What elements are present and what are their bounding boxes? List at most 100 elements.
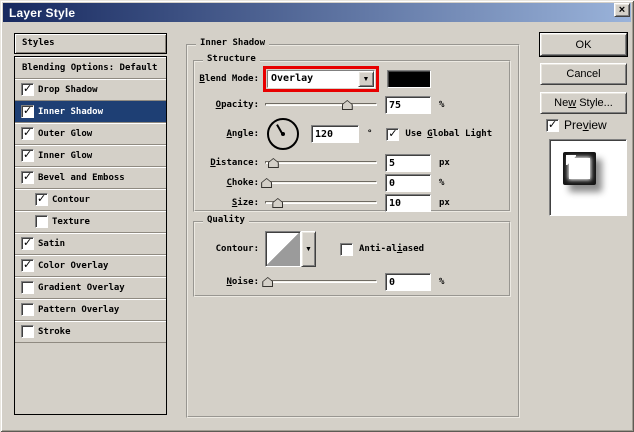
checkbox[interactable]: ✓	[21, 259, 34, 272]
styles-item-satin[interactable]: ✓Satin	[15, 233, 166, 255]
size-unit: px	[439, 198, 450, 208]
shadow-color-swatch[interactable]	[387, 70, 431, 88]
check-icon: ✓	[23, 82, 32, 95]
choke-row: Choke: %	[195, 174, 509, 192]
styles-item-outer-glow[interactable]: ✓ Outer Glow	[15, 123, 166, 145]
styles-item-label: Inner Shadow	[38, 107, 103, 117]
styles-item-bevel-and-emboss[interactable]: ✓ Bevel and Emboss	[15, 167, 166, 189]
contour-dropdown-button[interactable]: ▼	[301, 231, 316, 267]
blend-mode-row: Blend Mode: Overlay ▼	[195, 66, 509, 92]
styles-item-contour[interactable]: ✓ Contour	[15, 189, 166, 211]
checkbox[interactable]	[21, 303, 34, 316]
blend-mode-value: Overlay	[268, 71, 358, 87]
checkbox[interactable]	[35, 215, 48, 228]
checkbox[interactable]: ✓	[35, 193, 48, 206]
styles-item-stroke[interactable]: Stroke	[15, 321, 166, 343]
styles-item-gradient-overlay[interactable]: Gradient Overlay	[15, 277, 166, 299]
layer-style-dialog: Layer Style × Styles Blending Options: D…	[0, 0, 634, 432]
noise-slider-track[interactable]	[265, 280, 377, 283]
checkbox[interactable]: ✓	[21, 171, 34, 184]
structure-group-title: Structure	[203, 54, 260, 64]
blend-mode-dropdown[interactable]: Overlay ▼	[267, 70, 375, 88]
check-icon: ✓	[23, 170, 32, 183]
ok-button[interactable]: OK	[540, 33, 627, 56]
checkbox[interactable]: ✓	[21, 83, 34, 96]
contour-label: Contour:	[197, 244, 259, 254]
angle-unit: °	[367, 129, 372, 139]
styles-item-pattern-overlay[interactable]: Pattern Overlay	[15, 299, 166, 321]
size-slider-thumb[interactable]	[272, 198, 283, 208]
checkbox[interactable]: ✓	[21, 149, 34, 162]
size-slider[interactable]	[265, 197, 377, 209]
styles-item-blending-options-default[interactable]: Blending Options: Default	[15, 57, 166, 79]
noise-slider[interactable]	[265, 276, 377, 288]
preview-checkbox[interactable]: ✓	[546, 119, 559, 132]
opacity-slider-thumb[interactable]	[342, 100, 353, 110]
styles-item-label: Inner Glow	[38, 151, 92, 161]
close-button[interactable]: ×	[614, 3, 630, 17]
preview-effect-square	[563, 152, 596, 185]
styles-item-color-overlay[interactable]: ✓ Color Overlay	[15, 255, 166, 277]
check-icon: ✓	[23, 126, 32, 139]
distance-label: Distance:	[197, 158, 259, 168]
styles-item-inner-glow[interactable]: ✓ Inner Glow	[15, 145, 166, 167]
distance-slider[interactable]	[265, 157, 377, 169]
opacity-row: Opacity: %	[195, 94, 509, 116]
styles-item-label: Contour	[52, 195, 90, 205]
size-input[interactable]	[385, 194, 431, 212]
styles-item-label: Color Overlay	[38, 261, 108, 271]
angle-dial-center	[281, 132, 285, 136]
checkbox[interactable]	[21, 325, 34, 338]
new-style-button[interactable]: New Style...	[540, 92, 627, 114]
quality-group-title: Quality	[203, 215, 249, 225]
choke-slider[interactable]	[265, 177, 377, 189]
styles-item-label: Outer Glow	[38, 129, 92, 139]
chevron-down-icon: ▼	[305, 246, 312, 253]
styles-item-texture[interactable]: Texture	[15, 211, 166, 233]
opacity-label: Opacity:	[197, 100, 259, 110]
quality-group: Quality Contour: ▼ Anti-aliased Noise: %	[193, 221, 511, 297]
opacity-slider-track[interactable]	[265, 103, 377, 106]
checkbox[interactable]: ✓	[21, 237, 34, 250]
choke-slider-thumb[interactable]	[261, 178, 272, 188]
styles-header: Styles	[14, 33, 167, 54]
anti-aliased-checkbox[interactable]	[340, 243, 353, 256]
blend-mode-dropdown-button[interactable]: ▼	[358, 71, 374, 87]
cancel-button[interactable]: Cancel	[540, 63, 627, 85]
opacity-unit: %	[439, 100, 444, 110]
inner-shadow-panel: Inner Shadow Structure Blend Mode: Overl…	[186, 44, 520, 418]
check-icon: ✓	[23, 148, 32, 161]
distance-slider-track[interactable]	[265, 161, 377, 164]
choke-input[interactable]	[385, 174, 431, 192]
noise-label: Noise:	[197, 277, 259, 287]
preview-label: Preview	[564, 118, 607, 132]
styles-item-label: Gradient Overlay	[38, 283, 125, 293]
styles-item-drop-shadow[interactable]: ✓Drop Shadow	[15, 79, 166, 101]
checkbox[interactable]: ✓	[21, 127, 34, 140]
angle-dial[interactable]	[267, 118, 299, 150]
opacity-input[interactable]	[385, 96, 431, 114]
distance-row: Distance: px	[195, 154, 509, 172]
styles-item-label: Bevel and Emboss	[38, 173, 125, 183]
noise-slider-thumb[interactable]	[262, 277, 273, 287]
distance-slider-thumb[interactable]	[268, 158, 279, 168]
angle-row: Angle: ° ✓ Use Global Light	[195, 118, 509, 150]
checkbox[interactable]	[21, 281, 34, 294]
styles-item-label: Pattern Overlay	[38, 305, 119, 315]
noise-input[interactable]	[385, 273, 431, 291]
distance-input[interactable]	[385, 154, 431, 172]
opacity-slider[interactable]	[265, 99, 377, 111]
checkbox[interactable]: ✓	[21, 105, 34, 118]
close-icon: ×	[619, 4, 625, 16]
structure-group: Structure Blend Mode: Overlay ▼ Opacity:	[193, 60, 511, 212]
size-label: Size:	[197, 198, 259, 208]
contour-thumbnail[interactable]	[265, 231, 301, 267]
use-global-light-checkbox[interactable]: ✓	[386, 128, 399, 141]
styles-item-label: Stroke	[38, 327, 71, 337]
choke-slider-track[interactable]	[265, 181, 377, 184]
angle-input[interactable]	[311, 125, 359, 143]
titlebar[interactable]: Layer Style	[3, 3, 631, 22]
styles-item-inner-shadow[interactable]: ✓ Inner Shadow	[15, 101, 166, 123]
anti-aliased-label: Anti-aliased	[359, 244, 424, 254]
chevron-down-icon: ▼	[363, 76, 370, 83]
